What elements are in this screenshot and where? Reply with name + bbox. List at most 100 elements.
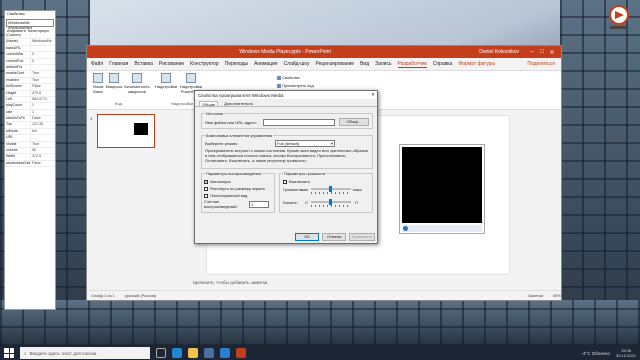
property-value[interactable]: True bbox=[30, 77, 55, 84]
browse-button[interactable]: Обзор... bbox=[339, 118, 369, 126]
windows-start-icon[interactable] bbox=[4, 348, 14, 358]
ok-button[interactable]: ОК bbox=[295, 233, 319, 241]
tab-file[interactable]: Файл bbox=[91, 61, 103, 67]
property-value[interactable]: 0 bbox=[30, 58, 55, 64]
property-grid: (Custom) (Name) WindowsMe baseURL currentMar… bbox=[5, 33, 55, 168]
tab-design[interactable]: Конструктор bbox=[190, 61, 219, 67]
tab-record[interactable]: Запись bbox=[375, 61, 391, 67]
tab-insert[interactable]: Вставка bbox=[134, 61, 153, 67]
property-value[interactable]: WindowsMe bbox=[30, 39, 55, 45]
tab-general[interactable]: Общие bbox=[199, 101, 219, 107]
maximize-icon[interactable]: □ bbox=[537, 49, 547, 55]
clock[interactable]: 15:06 30.12.2021 bbox=[616, 348, 636, 358]
property-value[interactable]: 50 bbox=[30, 148, 55, 154]
view-code-button[interactable]: Просмотреть код bbox=[277, 83, 314, 88]
dialog-close-icon[interactable]: ✕ bbox=[369, 92, 377, 98]
addins-icon bbox=[161, 73, 171, 83]
store-icon[interactable] bbox=[204, 348, 214, 358]
mail-icon[interactable] bbox=[220, 348, 230, 358]
language-indicator[interactable]: русский (Россия) bbox=[125, 293, 156, 298]
tab-slideshow[interactable]: Слайд-шоу bbox=[284, 61, 310, 67]
stretch-checkbox[interactable]: Растянуть по размеру экрана bbox=[204, 186, 265, 191]
tab-draw[interactable]: Рисование bbox=[159, 61, 184, 67]
explorer-icon[interactable] bbox=[188, 348, 198, 358]
powerpoint-icon[interactable] bbox=[236, 348, 246, 358]
taskbar-search-box[interactable]: ⌕ Введите здесь текст для поиска bbox=[20, 347, 150, 359]
play-icon[interactable] bbox=[403, 226, 408, 231]
property-value[interactable] bbox=[30, 45, 55, 52]
property-value[interactable]: False bbox=[30, 84, 55, 90]
property-value[interactable] bbox=[30, 64, 55, 71]
tab-transitions[interactable]: Переходы bbox=[225, 61, 248, 67]
notes-button[interactable]: Заметки bbox=[528, 293, 543, 298]
tab-review[interactable]: Рецензирование bbox=[315, 61, 354, 67]
property-name: rate bbox=[6, 109, 13, 114]
taskbar: ⌕ Введите здесь текст для поиска -4°C Об… bbox=[0, 346, 640, 360]
macro-security-button[interactable]: Безопасность макросов bbox=[123, 73, 151, 94]
property-value[interactable] bbox=[30, 33, 55, 39]
tab-developer[interactable]: Разработчик bbox=[397, 61, 427, 68]
visual-basic-button[interactable]: Visual Basic bbox=[91, 73, 105, 94]
tab-home[interactable]: Главная bbox=[109, 61, 128, 67]
tab-help[interactable]: Справка bbox=[433, 61, 453, 67]
property-value[interactable]: 121.35 bbox=[30, 122, 55, 128]
search-icon: ⌕ bbox=[24, 350, 27, 356]
property-value[interactable]: 1 bbox=[30, 109, 55, 116]
properties-title: Свойства bbox=[5, 11, 55, 18]
fullscreen-label: Полноэкранный вид bbox=[210, 193, 248, 198]
property-value[interactable] bbox=[30, 135, 55, 141]
property-value[interactable]: 372.5 bbox=[30, 154, 55, 160]
property-value[interactable]: full bbox=[30, 128, 55, 135]
autostart-label: Автозапуск bbox=[210, 179, 231, 184]
apply-button[interactable]: Применить bbox=[349, 233, 375, 241]
volume-group-label: Параметры громкости bbox=[283, 171, 327, 176]
property-value[interactable]: False bbox=[30, 160, 55, 167]
share-button[interactable]: Поделиться bbox=[527, 61, 555, 67]
chevron-down-icon: ▾ bbox=[330, 141, 333, 146]
autostart-checkbox[interactable]: ✓ Автозапуск bbox=[204, 179, 231, 184]
file-url-input[interactable] bbox=[263, 119, 335, 126]
mode-select[interactable]: Full (default) ▾ bbox=[275, 140, 335, 147]
property-value[interactable]: 584.0771 bbox=[30, 96, 55, 103]
checkmark-icon: ✓ bbox=[204, 179, 208, 184]
volume-ticks bbox=[311, 192, 351, 194]
wallpaper-building-bottom bbox=[0, 300, 640, 346]
tab-advanced[interactable]: Дополнительно bbox=[224, 101, 253, 106]
tab-animations[interactable]: Анимация bbox=[254, 61, 277, 67]
property-value[interactable]: 379.5 bbox=[30, 90, 55, 96]
play-count-stepper[interactable]: 1 bbox=[249, 201, 269, 208]
weather-widget[interactable]: -4°C Облачно bbox=[581, 351, 610, 356]
mute-checkbox[interactable]: Выключить bbox=[283, 179, 310, 184]
property-value[interactable]: False bbox=[30, 116, 55, 122]
property-value[interactable]: 1 bbox=[30, 103, 55, 109]
close-icon[interactable]: ✕ bbox=[547, 49, 557, 56]
media-player-control[interactable] bbox=[399, 144, 485, 234]
tab-view[interactable]: Вид bbox=[360, 61, 369, 67]
property-name: Width bbox=[6, 154, 16, 159]
task-view-icon[interactable] bbox=[156, 348, 166, 358]
minimize-icon[interactable]: – bbox=[527, 49, 537, 55]
property-row[interactable]: windowlessVideoFalse bbox=[5, 160, 55, 168]
slide-thumbnails-pane: 1 bbox=[87, 110, 163, 284]
edge-icon[interactable] bbox=[172, 348, 182, 358]
mute-label: Выключить bbox=[289, 179, 310, 184]
balance-slider[interactable] bbox=[311, 199, 351, 205]
property-value[interactable]: True bbox=[30, 71, 55, 77]
media-controls-bar[interactable] bbox=[402, 225, 482, 232]
macros-button[interactable]: Макросы bbox=[105, 73, 123, 89]
addins-button[interactable]: Надстройки bbox=[155, 73, 177, 89]
cancel-button[interactable]: Отмена bbox=[322, 233, 346, 241]
user-name[interactable]: Daniel Kolesnikov bbox=[479, 49, 519, 55]
object-selector[interactable]: WindowsMe WindowsMed bbox=[6, 19, 54, 30]
volume-slider[interactable] bbox=[311, 186, 351, 192]
properties-button[interactable]: Свойства bbox=[277, 75, 300, 80]
property-name: uiMode bbox=[6, 128, 18, 133]
dialog-title-bar: Свойства проигрывателя Windows Media ✕ bbox=[195, 91, 377, 99]
property-value[interactable]: 0 bbox=[30, 52, 55, 58]
zoom-level[interactable]: 55% bbox=[553, 293, 561, 298]
notes-area[interactable]: Щелкните, чтобы добавить заметки bbox=[163, 280, 561, 290]
tab-shape-format[interactable]: Формат фигуры bbox=[458, 61, 495, 67]
slide-thumbnail[interactable] bbox=[97, 114, 155, 148]
property-value[interactable]: True bbox=[30, 141, 55, 148]
fullscreen-checkbox[interactable]: Полноэкранный вид bbox=[204, 193, 247, 198]
